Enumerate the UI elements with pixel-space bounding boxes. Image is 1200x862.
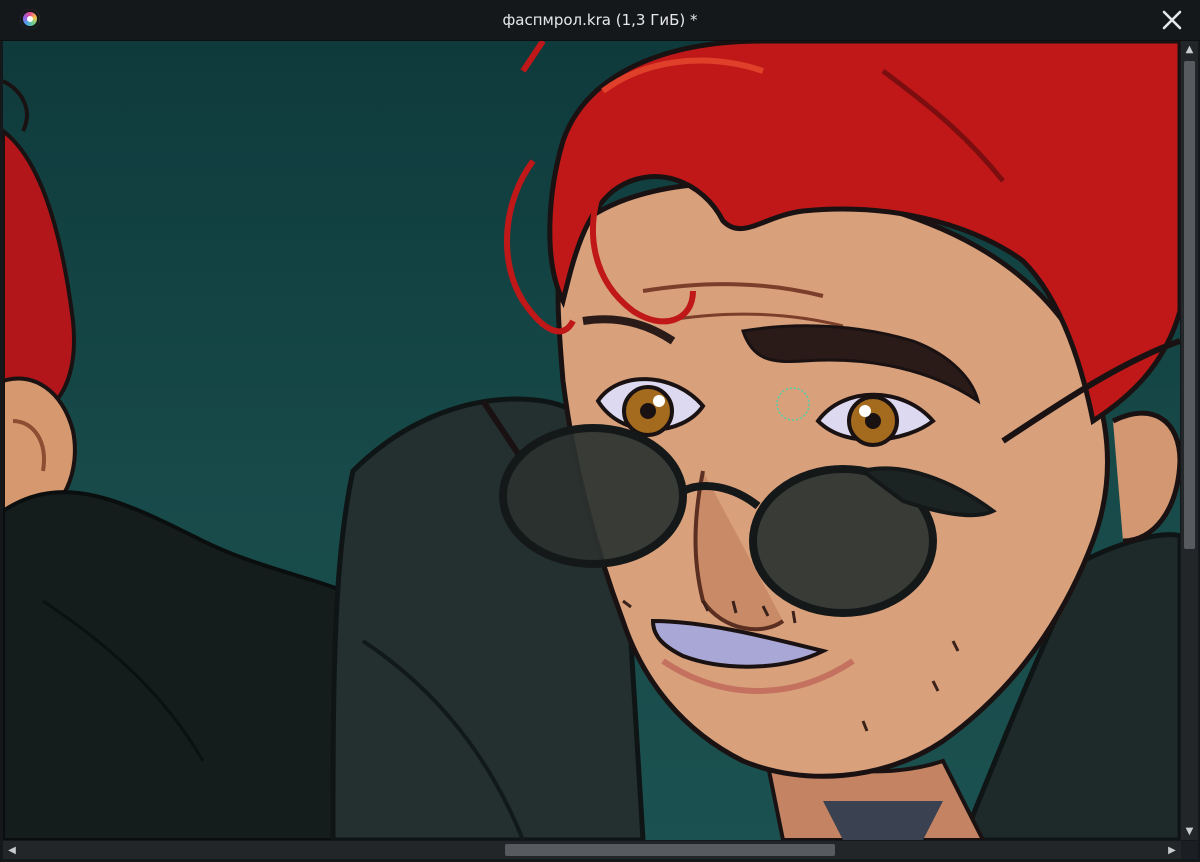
horizontal-scrollbar[interactable]: ◀ ▶	[3, 841, 1181, 859]
window-title: фаспмрол.kra (1,3 ГиБ) *	[502, 11, 698, 29]
horizontal-scroll-thumb[interactable]	[505, 844, 835, 856]
arrow-down-icon[interactable]: ▼	[1181, 823, 1198, 840]
vertical-scroll-thumb[interactable]	[1184, 61, 1195, 549]
close-button[interactable]	[1158, 6, 1186, 34]
close-icon	[1162, 10, 1182, 30]
vertical-scrollbar[interactable]: ▲ ▼	[1181, 41, 1198, 840]
arrow-up-icon[interactable]: ▲	[1181, 41, 1198, 58]
artwork-illustration	[3, 41, 1180, 840]
arrow-right-icon[interactable]: ▶	[1163, 841, 1181, 859]
drawing-canvas[interactable]	[3, 41, 1180, 840]
title-bar[interactable]: фаспмрол.kra (1,3 ГиБ) *	[0, 0, 1200, 41]
scrollbar-corner	[1181, 841, 1198, 859]
app-window: фаспмрол.kra (1,3 ГиБ) * ▲ ▼ ◀ ▶	[0, 0, 1200, 862]
arrow-left-icon[interactable]: ◀	[3, 841, 21, 859]
